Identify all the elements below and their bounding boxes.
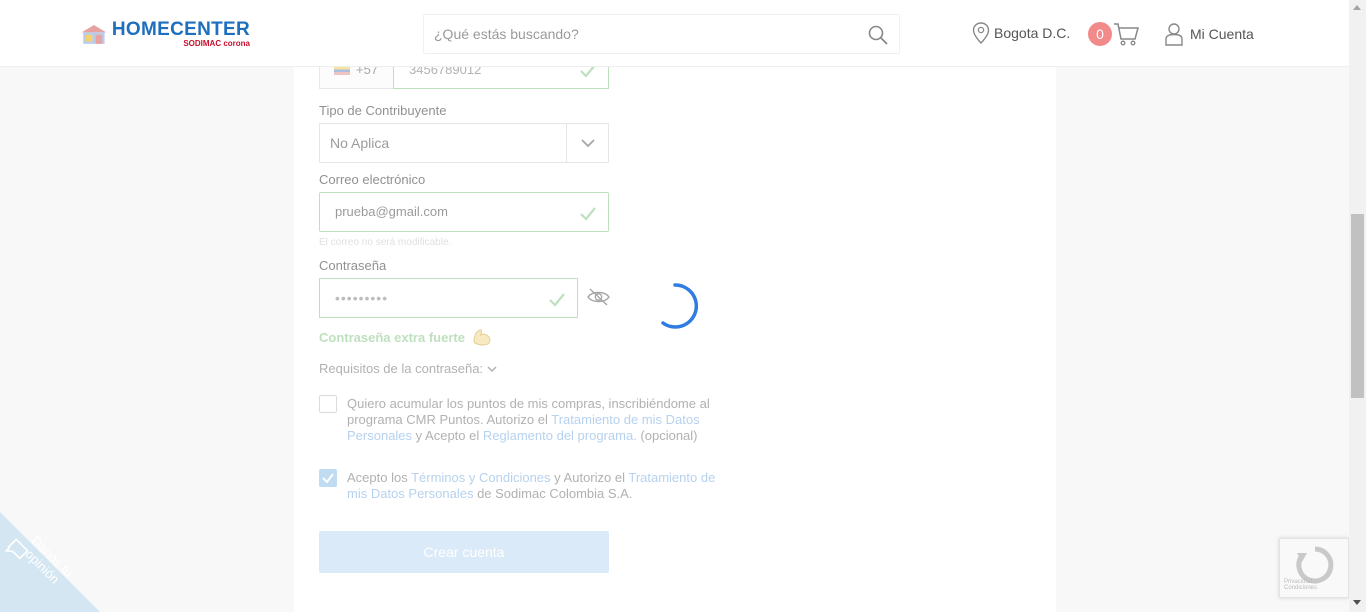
chevron-down-icon bbox=[580, 139, 595, 148]
password-label: Contraseña bbox=[319, 258, 387, 273]
cart-button[interactable]: 0 bbox=[1088, 21, 1140, 47]
scroll-down-arrow[interactable] bbox=[1353, 600, 1361, 605]
password-requirements-toggle[interactable]: Requisitos de la contraseña: bbox=[319, 361, 497, 376]
taxpayer-label: Tipo de Contribuyente bbox=[319, 103, 447, 118]
terms-conditions-link[interactable]: Términos y Condiciones bbox=[411, 470, 550, 485]
terms-text-part: y Autorizo el bbox=[550, 470, 629, 485]
logo-subtitle: SODIMAC corona bbox=[183, 39, 250, 48]
terms-text-part: Acepto los bbox=[347, 470, 412, 485]
homecenter-logo[interactable]: HOMECENTER SODIMAC corona bbox=[80, 20, 250, 48]
page-scrollbar[interactable] bbox=[1349, 0, 1366, 612]
checkmark-icon bbox=[322, 473, 334, 484]
location-pin-icon bbox=[972, 22, 990, 44]
email-value: prueba@gmail.com bbox=[335, 204, 448, 219]
terms-text-part: de Sodimac Colombia S.A. bbox=[473, 486, 633, 501]
loading-spinner-icon bbox=[661, 283, 699, 329]
scrollbar-thumb[interactable] bbox=[1351, 214, 1364, 398]
recaptcha-badge[interactable]: Privacidad - Condiciones bbox=[1279, 538, 1349, 598]
create-account-button[interactable]: Crear cuenta bbox=[319, 531, 609, 573]
chevron-down-icon bbox=[487, 365, 497, 372]
program-rules-link[interactable]: Reglamento del programa. bbox=[483, 428, 637, 443]
search-icon[interactable] bbox=[867, 24, 889, 46]
password-value: ••••••••• bbox=[335, 290, 389, 306]
cmr-text-part: (opcional) bbox=[636, 428, 698, 443]
cmr-text-part: y Acepto el bbox=[412, 428, 483, 443]
flexed-arm-icon bbox=[473, 329, 491, 346]
email-hint: El correo no será modificable. bbox=[319, 237, 452, 248]
scroll-up-arrow[interactable] bbox=[1353, 5, 1361, 10]
dropdown-arrow[interactable] bbox=[566, 124, 608, 162]
taxpayer-select[interactable]: No Aplica bbox=[319, 123, 609, 163]
requirements-label: Requisitos de la contraseña: bbox=[319, 361, 484, 376]
valid-check-icon bbox=[549, 293, 565, 307]
user-icon bbox=[1165, 23, 1183, 46]
cmr-points-checkbox[interactable] bbox=[319, 395, 337, 413]
password-strength: Contraseña extra fuerte bbox=[319, 327, 493, 347]
taxpayer-selected-value: No Aplica bbox=[330, 135, 390, 151]
location-label: Bogota D.C. bbox=[994, 25, 1071, 41]
feedback-tab[interactable]: Danos tu opinión bbox=[0, 512, 100, 612]
search-input[interactable] bbox=[434, 15, 854, 53]
password-field[interactable]: ••••••••• bbox=[319, 278, 578, 318]
location-selector[interactable]: Bogota D.C. bbox=[972, 22, 1070, 44]
terms-checkbox[interactable] bbox=[319, 469, 337, 487]
email-field[interactable]: prueba@gmail.com bbox=[319, 192, 609, 232]
account-button[interactable]: Mi Cuenta bbox=[1164, 22, 1254, 46]
cart-count-badge: 0 bbox=[1088, 22, 1112, 46]
house-logo-icon bbox=[81, 24, 107, 44]
recaptcha-footer: Privacidad - Condiciones bbox=[1284, 579, 1318, 591]
password-strength-label: Contraseña extra fuerte bbox=[319, 329, 465, 345]
site-header: HOMECENTER SODIMAC corona Bogota D.C. 0 … bbox=[0, 0, 1349, 67]
shopping-cart-icon bbox=[1114, 23, 1139, 46]
account-label: Mi Cuenta bbox=[1190, 26, 1254, 42]
cmr-points-text: Quiero acumular los puntos de mis compra… bbox=[347, 396, 732, 444]
terms-text: Acepto los Términos y Condiciones y Auto… bbox=[347, 470, 732, 502]
logo-text: HOMECENTER SODIMAC corona bbox=[112, 20, 250, 48]
search-bar bbox=[423, 14, 900, 54]
hide-password-eye-icon[interactable] bbox=[586, 286, 611, 308]
email-label: Correo electrónico bbox=[319, 172, 426, 187]
valid-check-icon bbox=[580, 207, 596, 221]
logo-wordmark: HOMECENTER bbox=[111, 19, 250, 40]
